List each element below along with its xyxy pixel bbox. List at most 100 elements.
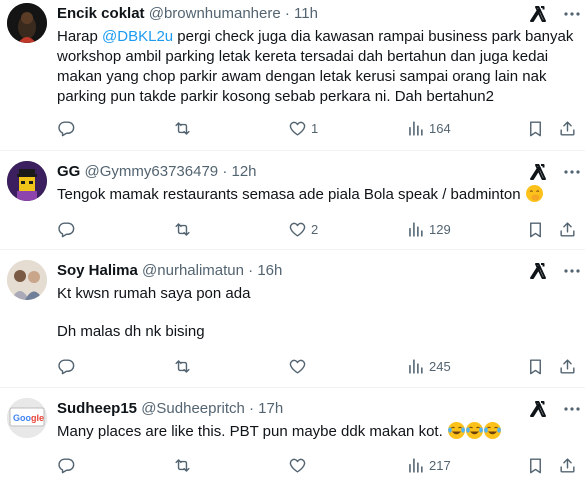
view-count: 245 bbox=[429, 358, 451, 374]
timestamp[interactable]: 17h bbox=[258, 400, 283, 417]
repost-icon bbox=[175, 458, 190, 472]
more-icon[interactable] bbox=[563, 162, 581, 182]
display-name[interactable]: Encik coklat bbox=[57, 5, 145, 22]
view-count: 217 bbox=[429, 457, 451, 473]
tweet-text-part: Tengok mamak restaurants semasa ade pial… bbox=[57, 186, 521, 203]
share-icon bbox=[560, 358, 575, 374]
reply-icon bbox=[58, 457, 75, 473]
views-button[interactable]: 164 bbox=[406, 118, 451, 138]
dot-separator: · bbox=[248, 262, 254, 279]
svg-text:Goo: Goo bbox=[13, 413, 31, 423]
handle[interactable]: @brownhumanhere bbox=[149, 5, 281, 22]
like-button[interactable] bbox=[288, 455, 311, 475]
share-button[interactable] bbox=[558, 356, 577, 376]
tweet-text: Harap @DBKL2u pergi check juga dia kawas… bbox=[57, 27, 577, 107]
views-button[interactable]: 129 bbox=[406, 219, 451, 239]
avatar[interactable] bbox=[7, 3, 47, 43]
reply-tweet-3[interactable]: Soy Halima @nurhalimatun · 16h Kt kwsn r… bbox=[0, 250, 585, 387]
like-count: 1 bbox=[311, 120, 319, 136]
share-button[interactable] bbox=[558, 455, 577, 475]
tweet-text: Tengok mamak restaurants semasa ade pial… bbox=[57, 185, 572, 205]
share-icon bbox=[560, 221, 575, 237]
repost-button[interactable] bbox=[173, 356, 196, 376]
avatar[interactable] bbox=[7, 260, 47, 300]
tweet-text-line-2: Dh malas dh nk bising bbox=[57, 323, 205, 340]
views-button[interactable]: 245 bbox=[406, 356, 451, 376]
reply-icon bbox=[58, 221, 75, 237]
like-icon bbox=[289, 222, 306, 237]
like-icon bbox=[289, 458, 306, 473]
reply-tweet-4[interactable]: Goo gle Sudheep15 @Sudheepritch · 17h Man… bbox=[0, 388, 585, 478]
face-with-tears-of-joy-emoji bbox=[465, 422, 483, 439]
avatar[interactable] bbox=[7, 161, 47, 201]
views-icon bbox=[409, 120, 423, 136]
face-with-tears-of-joy-emoji bbox=[447, 422, 465, 439]
more-icon[interactable] bbox=[563, 4, 581, 24]
reply-icon bbox=[58, 120, 75, 136]
share-icon bbox=[560, 457, 575, 473]
bookmark-button[interactable] bbox=[526, 219, 545, 239]
face-with-hand-over-mouth-emoji bbox=[525, 185, 543, 202]
display-name[interactable]: GG bbox=[57, 163, 80, 180]
repost-button[interactable] bbox=[173, 118, 196, 138]
bookmark-icon bbox=[530, 120, 541, 136]
grok-icon[interactable] bbox=[528, 399, 548, 419]
reply-tweet-2[interactable]: GG @Gymmy63736479 · 12h Tengok mamak res… bbox=[0, 151, 585, 249]
share-button[interactable] bbox=[558, 118, 577, 138]
share-icon bbox=[560, 120, 575, 136]
view-count: 164 bbox=[429, 120, 451, 136]
bookmark-icon bbox=[530, 457, 541, 473]
views-button[interactable]: 217 bbox=[406, 455, 451, 475]
handle[interactable]: @Sudheepritch bbox=[141, 400, 245, 417]
like-button[interactable]: 1 bbox=[288, 118, 318, 138]
reply-button[interactable] bbox=[57, 455, 80, 475]
display-name[interactable]: Sudheep15 bbox=[57, 400, 137, 417]
like-count: 2 bbox=[311, 221, 319, 237]
display-name[interactable]: Soy Halima bbox=[57, 262, 138, 279]
like-icon bbox=[289, 359, 306, 374]
svg-text:gle: gle bbox=[31, 413, 44, 423]
grok-icon[interactable] bbox=[528, 261, 548, 281]
timestamp[interactable]: 16h bbox=[257, 262, 282, 279]
more-icon[interactable] bbox=[563, 399, 581, 419]
grok-icon[interactable] bbox=[528, 162, 548, 182]
dot-separator: · bbox=[249, 400, 254, 417]
bookmark-button[interactable] bbox=[526, 356, 545, 376]
repost-icon bbox=[175, 359, 190, 373]
views-icon bbox=[409, 221, 423, 237]
reply-tweet-1[interactable]: Encik coklat @brownhumanhere · 11h Harap… bbox=[0, 0, 585, 150]
timestamp[interactable]: 11h bbox=[294, 5, 318, 22]
reply-button[interactable] bbox=[57, 118, 80, 138]
tweet-text: Many places are like this. PBT pun maybe… bbox=[57, 422, 572, 442]
grok-icon[interactable] bbox=[528, 4, 548, 24]
face-with-tears-of-joy-emoji bbox=[483, 422, 501, 439]
repost-button[interactable] bbox=[173, 219, 196, 239]
repost-icon bbox=[175, 121, 190, 135]
repost-icon bbox=[175, 222, 190, 236]
timestamp[interactable]: 12h bbox=[231, 163, 256, 180]
handle[interactable]: @nurhalimatun bbox=[142, 262, 244, 279]
avatar[interactable]: Goo gle bbox=[7, 398, 47, 438]
handle[interactable]: @Gymmy63736479 bbox=[85, 163, 219, 180]
reply-button[interactable] bbox=[57, 219, 80, 239]
tweet-text-line-1: Kt kwsn rumah saya pon ada bbox=[57, 285, 251, 302]
like-button[interactable]: 2 bbox=[288, 219, 318, 239]
like-button[interactable] bbox=[288, 356, 311, 376]
bookmark-icon bbox=[530, 358, 541, 374]
bookmark-icon bbox=[530, 221, 541, 237]
tweet-text-part: Harap bbox=[57, 28, 103, 45]
reply-button[interactable] bbox=[57, 356, 80, 376]
tweet-text-part: Many places are like this. PBT pun maybe… bbox=[57, 423, 443, 440]
share-button[interactable] bbox=[558, 219, 577, 239]
dot-separator: · bbox=[222, 163, 228, 180]
bookmark-button[interactable] bbox=[526, 118, 545, 138]
repost-button[interactable] bbox=[173, 455, 196, 475]
reply-icon bbox=[58, 358, 75, 374]
view-count: 129 bbox=[429, 221, 451, 237]
mention-link[interactable]: @DBKL2u bbox=[102, 28, 173, 45]
dot-separator: · bbox=[284, 5, 290, 22]
bookmark-button[interactable] bbox=[526, 455, 545, 475]
views-icon bbox=[409, 457, 423, 473]
more-icon[interactable] bbox=[563, 261, 581, 281]
views-icon bbox=[409, 358, 423, 374]
